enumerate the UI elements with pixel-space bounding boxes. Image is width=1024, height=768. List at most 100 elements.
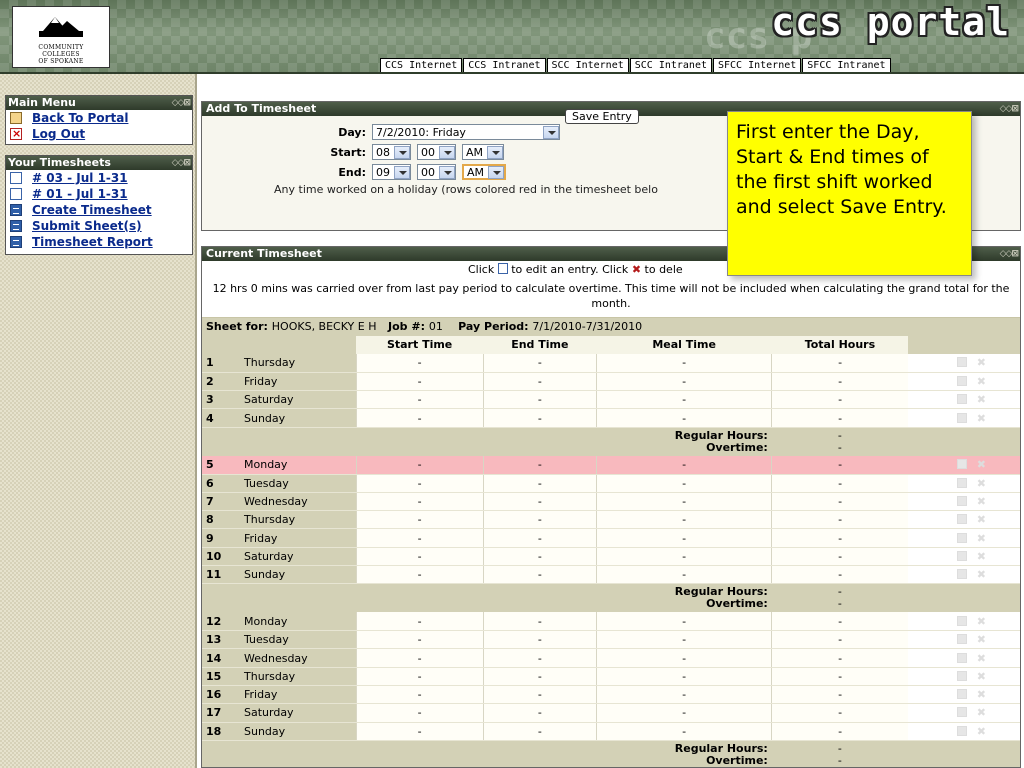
- sidebar-item-timesheet-03[interactable]: # 03 - Jul 1-31: [6, 170, 192, 186]
- edit-entry-icon[interactable]: [956, 459, 967, 470]
- edit-entry-icon[interactable]: [956, 514, 967, 525]
- edit-entry-icon[interactable]: [956, 376, 967, 387]
- panel-controls-icon[interactable]: ◇◇⊠: [1000, 102, 1019, 116]
- sidebar-item-timesheet-01[interactable]: # 01 - Jul 1-31: [6, 186, 192, 202]
- delete-entry-icon[interactable]: ✖: [977, 532, 986, 545]
- edit-entry-icon[interactable]: [956, 412, 967, 423]
- delete-entry-icon[interactable]: ✖: [977, 495, 986, 508]
- row-actions: ✖: [908, 685, 1020, 705]
- panel-controls-icon[interactable]: ◇◇⊠: [1000, 247, 1019, 261]
- sidebar-item-timesheet-report[interactable]: Timesheet Report: [6, 234, 192, 250]
- grid-icon: [10, 204, 22, 216]
- create-timesheet-link[interactable]: Create Timesheet: [32, 202, 152, 218]
- edit-entry-icon[interactable]: [956, 689, 967, 700]
- main-menu-title-text: Main Menu: [8, 96, 76, 109]
- delete-entry-icon[interactable]: ✖: [977, 568, 986, 581]
- start-time-cell: -: [355, 455, 484, 475]
- start-time-cell: -: [355, 565, 484, 585]
- day-select[interactable]: 7/2/2010: Friday: [372, 124, 560, 140]
- sidebar-item-back-to-portal[interactable]: Back To Portal: [6, 110, 192, 126]
- link-scc-internet[interactable]: SCC Internet: [546, 58, 629, 72]
- start-time-cell: -: [355, 630, 484, 650]
- sidebar-item-log-out[interactable]: Log Out: [6, 126, 192, 142]
- submit-sheets-link[interactable]: Submit Sheet(s): [32, 218, 142, 234]
- start-time-cell: -: [355, 510, 484, 530]
- delete-entry-icon[interactable]: ✖: [977, 670, 986, 683]
- timesheet-01-link[interactable]: # 01 - Jul 1-31: [32, 186, 128, 202]
- end-hour-select[interactable]: 09: [372, 164, 411, 180]
- link-sfcc-intranet[interactable]: SFCC Intranet: [802, 58, 891, 72]
- edit-entry-icon[interactable]: [956, 550, 967, 561]
- edit-entry-icon[interactable]: [956, 496, 967, 507]
- delete-entry-icon[interactable]: ✖: [977, 356, 986, 369]
- total-hours-header: Total Hours: [771, 335, 908, 355]
- table-row: 10 Saturday - - - - ✖: [202, 547, 1020, 567]
- edit-entry-icon[interactable]: [956, 615, 967, 626]
- row-actions: ✖: [908, 667, 1020, 687]
- end-ampm-select[interactable]: AM: [462, 164, 507, 180]
- table-row: 17 Saturday - - - - ✖: [202, 703, 1020, 723]
- link-ccs-internet[interactable]: CCS Internet: [380, 58, 463, 72]
- start-ampm-select[interactable]: AM: [462, 144, 505, 160]
- start-hour-value: 08: [376, 145, 390, 159]
- delete-entry-icon[interactable]: ✖: [977, 375, 986, 388]
- start-time-cell: -: [355, 703, 484, 723]
- delete-entry-icon[interactable]: ✖: [977, 725, 986, 738]
- delete-entry-icon[interactable]: ✖: [977, 393, 986, 406]
- overtime-value: -: [837, 597, 842, 611]
- edit-entry-icon[interactable]: [956, 569, 967, 580]
- edit-entry-icon[interactable]: [956, 532, 967, 543]
- timesheets-title: Your Timesheets ◇◇⊠: [6, 156, 192, 170]
- edit-entry-icon[interactable]: [956, 634, 967, 645]
- delete-entry-icon[interactable]: ✖: [977, 513, 986, 526]
- log-out-link[interactable]: Log Out: [32, 126, 85, 142]
- delete-entry-icon[interactable]: ✖: [977, 615, 986, 628]
- back-to-portal-link[interactable]: Back To Portal: [32, 110, 128, 126]
- edit-entry-icon[interactable]: [956, 477, 967, 488]
- sidebar-item-create-timesheet[interactable]: Create Timesheet: [6, 202, 192, 218]
- row-number: 5: [202, 455, 240, 475]
- panel-controls-icon[interactable]: ◇◇⊠: [172, 96, 191, 110]
- edit-entry-icon[interactable]: [956, 707, 967, 718]
- delete-entry-icon[interactable]: ✖: [977, 477, 986, 490]
- row-actions: ✖: [908, 354, 1020, 373]
- end-time-cell: -: [482, 455, 597, 475]
- chevron-down-icon: [439, 145, 455, 159]
- delete-entry-icon[interactable]: ✖: [977, 706, 986, 719]
- start-time-cell: -: [355, 667, 484, 687]
- row-day: Saturday: [240, 547, 356, 567]
- college-logo[interactable]: COMMUNITY COLLEGES OF SPOKANE: [12, 6, 110, 68]
- meal-time-cell: -: [595, 703, 772, 723]
- timesheets-title-text: Your Timesheets: [8, 156, 111, 169]
- link-ccs-intranet[interactable]: CCS Intranet: [463, 58, 546, 72]
- delete-entry-icon[interactable]: ✖: [977, 688, 986, 701]
- link-sfcc-internet[interactable]: SFCC Internet: [713, 58, 802, 72]
- start-hour-select[interactable]: 08: [372, 144, 411, 160]
- save-entry-button[interactable]: Save Entry: [565, 109, 639, 124]
- sidebar-item-submit-sheets[interactable]: Submit Sheet(s): [6, 218, 192, 234]
- edit-entry-icon[interactable]: [956, 670, 967, 681]
- delete-entry-icon[interactable]: ✖: [977, 412, 986, 425]
- end-hour-value: 09: [376, 165, 390, 179]
- job-number: 01: [428, 320, 443, 334]
- table-row: 3 Saturday - - - - ✖: [202, 390, 1020, 410]
- add-to-timesheet-title-text: Add To Timesheet: [206, 102, 317, 115]
- edit-entry-icon[interactable]: [956, 394, 967, 405]
- edit-entry-icon[interactable]: [956, 652, 967, 663]
- total-hours-cell: -: [771, 703, 908, 723]
- delete-entry-icon[interactable]: ✖: [977, 550, 986, 563]
- regular-hours-value: -: [837, 428, 842, 442]
- start-minute-select[interactable]: 00: [417, 144, 456, 160]
- end-minute-select[interactable]: 00: [417, 164, 456, 180]
- panel-controls-icon[interactable]: ◇◇⊠: [172, 156, 191, 170]
- row-number: 12: [202, 612, 240, 632]
- edit-entry-icon[interactable]: [956, 357, 967, 368]
- delete-entry-icon[interactable]: ✖: [977, 633, 986, 646]
- start-time-cell: -: [355, 528, 484, 548]
- edit-entry-icon[interactable]: [956, 725, 967, 736]
- delete-entry-icon[interactable]: ✖: [977, 458, 986, 471]
- timesheet-report-link[interactable]: Timesheet Report: [32, 234, 153, 250]
- timesheet-03-link[interactable]: # 03 - Jul 1-31: [32, 170, 128, 186]
- link-scc-intranet[interactable]: SCC Intranet: [629, 58, 712, 72]
- delete-entry-icon[interactable]: ✖: [977, 652, 986, 665]
